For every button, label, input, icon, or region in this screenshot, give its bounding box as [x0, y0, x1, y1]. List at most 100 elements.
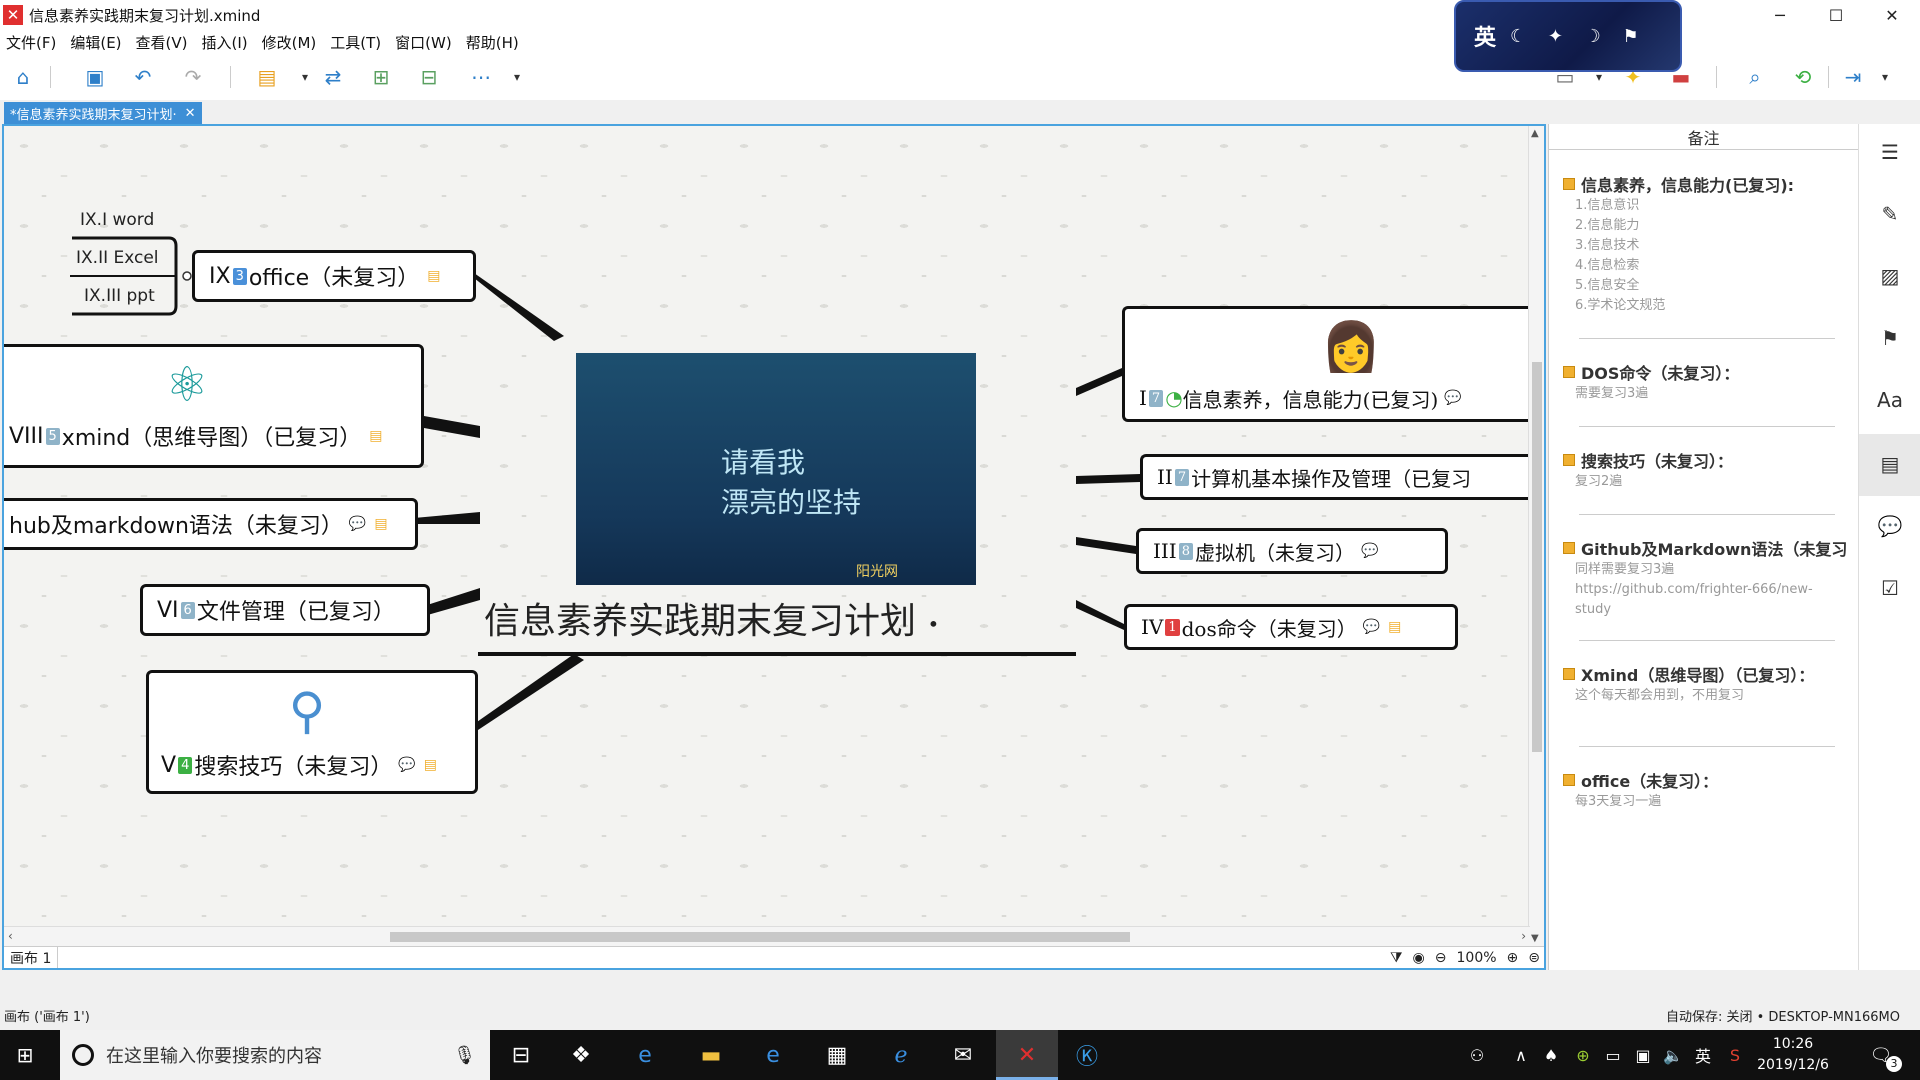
topic-xmind[interactable]: ⚛ VIII 5 xmind（思维导图）（已复习） ▤ [4, 344, 424, 468]
comment-icon[interactable]: 💬 [1444, 390, 1461, 406]
note-section-office[interactable]: office（未复习）： 每3天复习一遍 [1563, 768, 1853, 812]
tab-document[interactable]: *信息素养实践期末复习计划· ✕ [4, 102, 202, 124]
menu-file[interactable]: 文件(F) [6, 32, 56, 53]
task-view-icon[interactable]: ⊟ [504, 1038, 538, 1072]
menu-insert[interactable]: 插入(I) [202, 32, 248, 53]
note-icon[interactable]: ▤ [427, 268, 440, 284]
system-clock[interactable]: 10:26 2019/12/6 [1748, 1034, 1838, 1076]
network-icon[interactable]: ▣ [1626, 1038, 1660, 1072]
comment-icon[interactable]: 💬 [349, 516, 366, 532]
eye-icon[interactable]: ◉ [1413, 950, 1425, 966]
comment-icon[interactable]: 💬 [1361, 543, 1378, 559]
topic-computer[interactable]: II 7 计算机基本操作及管理（已复习 [1140, 454, 1542, 500]
topic-info[interactable]: 👩 I 7 ◔ 信息素养，信息能力(已复习) 💬 [1122, 306, 1542, 422]
topic-search[interactable]: ⚲ V 4 搜索技巧（未复习） 💬 ▤ [146, 670, 478, 794]
topic-icon[interactable]: ▤ [252, 62, 282, 92]
topic-github[interactable]: hub及markdown语法（未复习） 💬 ▤ [4, 498, 418, 550]
export-dropdown-icon[interactable]: ▾ [1870, 62, 1900, 92]
horizontal-scroll-thumb[interactable] [390, 932, 1130, 942]
tray-plus-icon[interactable]: ⊕ [1566, 1038, 1600, 1072]
cortana-icon[interactable] [72, 1044, 94, 1066]
search-icon[interactable]: ⌕ [1740, 62, 1770, 92]
home-icon[interactable]: ⌂ [8, 62, 38, 92]
redo-icon[interactable]: ↷ [178, 62, 208, 92]
close-button[interactable]: ✕ [1864, 0, 1920, 30]
note-icon[interactable]: ▤ [369, 428, 382, 444]
subtopic-ppt[interactable]: IX.III ppt [84, 286, 155, 306]
taskbar-search[interactable]: 在这里输入你要搜索的内容 🎙 [60, 1030, 490, 1080]
sogou-icon[interactable]: S [1718, 1038, 1752, 1072]
boundary-icon[interactable]: ⊞ [366, 62, 396, 92]
volume-icon[interactable]: 🔈 [1656, 1038, 1690, 1072]
maximize-button[interactable]: ☐ [1808, 0, 1864, 30]
xmind-taskbar-icon[interactable]: ✕ [1010, 1038, 1044, 1072]
k-app-icon[interactable]: Ⓚ [1070, 1038, 1104, 1072]
scroll-right-icon[interactable]: › [1521, 929, 1526, 943]
windows-start-icon[interactable]: ⊞ [0, 1030, 50, 1080]
comment-icon[interactable]: 💬 [398, 757, 415, 773]
topic-dropdown-icon[interactable]: ▾ [290, 62, 320, 92]
menu-window[interactable]: 窗口(W) [395, 32, 452, 53]
tab-close-icon[interactable]: ✕ [185, 106, 196, 121]
flag-icon[interactable]: ⚑ [1876, 324, 1904, 352]
pinwheel-app-icon[interactable]: ❖ [564, 1038, 598, 1072]
ime-toolbar[interactable]: 英 ☾ ✦ ☽ ⚑ [1454, 0, 1682, 72]
format-icon[interactable]: ✎ [1876, 200, 1904, 228]
note-section-github[interactable]: Github及Markdown语法（未复习 同样需要复习3遍 https://g… [1563, 536, 1853, 620]
summary-icon[interactable]: ⊟ [414, 62, 444, 92]
comment-icon[interactable]: 💬 [1363, 619, 1380, 635]
central-topic[interactable]: 信息素养实践期末复习计划 • [484, 592, 939, 644]
export-icon[interactable]: ⇥ [1838, 62, 1868, 92]
comments-icon[interactable]: 💬 [1876, 512, 1904, 540]
browser-icon[interactable]: ℯ [884, 1038, 918, 1072]
note-icon[interactable]: ▤ [374, 516, 387, 532]
battery-icon[interactable]: ▭ [1596, 1038, 1630, 1072]
horizontal-scrollbar[interactable]: ‹ › [4, 926, 1530, 946]
relationship-icon[interactable]: ⇄ [318, 62, 348, 92]
filter-icon[interactable]: ⧩ [1390, 950, 1403, 966]
subtopic-excel[interactable]: IX.II Excel [76, 248, 159, 268]
ime-tray[interactable]: 英 [1686, 1038, 1720, 1072]
menu-modify[interactable]: 修改(M) [262, 32, 317, 53]
tab-label[interactable]: *信息素养实践期末复习计划· [10, 104, 177, 123]
zoom-in-icon[interactable]: ⊕ [1507, 950, 1519, 966]
menu-tools[interactable]: 工具(T) [330, 32, 381, 53]
menu-edit[interactable]: 编辑(E) [70, 32, 121, 53]
topic-files[interactable]: VI 6 文件管理（已复习） [140, 584, 430, 636]
note-section-xmind[interactable]: Xmind（思维导图）（已复习）： 这个每天都会用到，不用复习 [1563, 662, 1853, 706]
scroll-up-icon[interactable]: ▲ [1531, 128, 1539, 139]
undo-icon[interactable]: ↶ [128, 62, 158, 92]
notes-icon[interactable]: ▤ [1876, 450, 1904, 478]
task-icon[interactable]: ☑ [1876, 574, 1904, 602]
tray-app-icon[interactable]: ♠ [1534, 1038, 1568, 1072]
vertical-scrollbar[interactable]: ▲ ▼ [1528, 126, 1544, 946]
more-dropdown-icon[interactable]: ▾ [502, 62, 532, 92]
sheet-tab[interactable]: 画布 1 [4, 946, 59, 968]
ime-language[interactable]: 英 [1474, 20, 1496, 52]
zoom-level[interactable]: 100% [1457, 950, 1497, 966]
note-icon[interactable]: ▤ [1388, 619, 1401, 635]
share-icon[interactable]: ⟲ [1788, 62, 1818, 92]
zoom-fit-icon[interactable]: ⊜ [1528, 950, 1540, 966]
note-section-info[interactable]: 信息素养，信息能力(已复习): 1.信息意识 2.信息能力 3.信息技术 4.信… [1563, 172, 1853, 316]
topic-vm[interactable]: III 8 虚拟机（未复习） 💬 [1136, 528, 1448, 574]
people-icon[interactable]: ⚇ [1460, 1038, 1494, 1072]
mindmap-canvas[interactable]: IX.I word IX.II Excel IX.III ppt IX 3 of… [2, 124, 1546, 970]
ie-icon[interactable]: e [756, 1038, 790, 1072]
vertical-scroll-thumb[interactable] [1532, 362, 1542, 752]
subtopic-word[interactable]: IX.I word [80, 210, 154, 230]
menu-view[interactable]: 查看(V) [136, 32, 188, 53]
mail-icon[interactable]: ✉ [946, 1038, 980, 1072]
menu-help[interactable]: 帮助(H) [466, 32, 519, 53]
note-section-dos[interactable]: DOS命令（未复习）： 需要复习3遍 [1563, 360, 1853, 404]
tray-expand-icon[interactable]: ∧ [1504, 1038, 1538, 1072]
image-icon[interactable]: ▨ [1876, 262, 1904, 290]
scroll-left-icon[interactable]: ‹ [8, 929, 13, 943]
minimize-button[interactable]: ─ [1752, 0, 1808, 30]
topic-office[interactable]: IX 3 office（未复习） ▤ [192, 250, 476, 302]
microphone-icon[interactable]: 🎙 [453, 1045, 476, 1066]
edge-icon[interactable]: e [628, 1038, 662, 1072]
save-icon[interactable]: ▣ [80, 62, 110, 92]
store-icon[interactable]: ▦ [820, 1038, 854, 1072]
zoom-out-icon[interactable]: ⊖ [1435, 950, 1447, 966]
